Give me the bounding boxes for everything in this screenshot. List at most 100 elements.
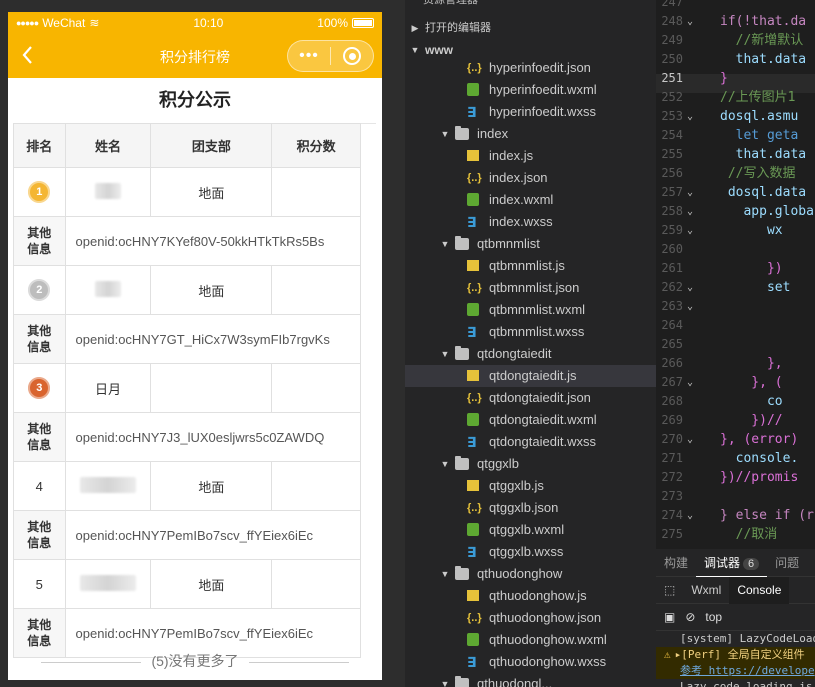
navigation-bar: 积分排行榜 ••• bbox=[8, 34, 382, 78]
debugger-subtab[interactable]: Wxml bbox=[683, 577, 729, 604]
folder-item[interactable]: ▼ qtggxlb bbox=[405, 453, 656, 475]
file-item[interactable]: {..} qthuodonghow.json bbox=[405, 607, 656, 629]
file-item[interactable]: ∃ hyperinfoedit.wxss bbox=[405, 101, 656, 123]
js-file-icon bbox=[467, 480, 479, 491]
line-number: 274 bbox=[661, 508, 683, 522]
fold-chevron-icon[interactable]: ⌄ bbox=[687, 221, 693, 240]
console-message: Lazy code loading is bbox=[656, 679, 815, 687]
file-item[interactable]: ∃ index.wxss bbox=[405, 211, 656, 233]
file-item[interactable]: {..} index.json bbox=[405, 167, 656, 189]
tree-item-label: index.wxml bbox=[489, 192, 554, 207]
open-editors-section[interactable]: ▶ 打开的编辑器 bbox=[405, 17, 656, 39]
folder-item[interactable]: ▼ qthuodongl... bbox=[405, 673, 656, 687]
code-editor[interactable]: 247 248 ⌄ if(!that.da 249 //新增默认 250 that.dat… bbox=[656, 0, 815, 549]
context-select[interactable]: top bbox=[705, 610, 722, 624]
openid-value: openid:ocHNY7J3_lUX0esljwrs5c0ZAWDQ bbox=[64, 412, 362, 462]
file-item[interactable]: qtdongtaiedit.wxml bbox=[405, 409, 656, 431]
debugger-subtab[interactable]: Console bbox=[729, 576, 790, 604]
fold-chevron-icon[interactable]: ⌄ bbox=[687, 297, 693, 316]
line-number: 267 bbox=[661, 375, 683, 389]
tree-item-label: qthuodongl... bbox=[477, 676, 553, 687]
folder-item[interactable]: ▼ qtbmnmlist bbox=[405, 233, 656, 255]
fold-chevron-icon[interactable]: ⌄ bbox=[687, 278, 693, 297]
file-item[interactable]: {..} qtggxlb.json bbox=[405, 497, 656, 519]
panel-divider[interactable] bbox=[390, 0, 405, 687]
line-number: 257 bbox=[661, 185, 683, 199]
fold-chevron-icon[interactable]: ⌄ bbox=[687, 506, 693, 525]
folder-item[interactable]: ▼ qthuodonghow bbox=[405, 563, 656, 585]
fold-chevron-icon[interactable]: ⌄ bbox=[687, 183, 693, 202]
file-item[interactable]: {..} hyperinfoedit.json bbox=[405, 57, 656, 79]
line-number: 261 bbox=[661, 261, 683, 275]
fold-chevron-icon[interactable]: ⌄ bbox=[687, 12, 693, 31]
code-line: 249 //新增默认 bbox=[656, 31, 815, 50]
tree-item-label: qtggxlb.json bbox=[489, 500, 559, 515]
panel-tab[interactable]: 调试器 6 bbox=[696, 549, 768, 577]
file-item[interactable]: index.wxml bbox=[405, 189, 656, 211]
line-number: 266 bbox=[661, 356, 683, 370]
line-number: 272 bbox=[661, 470, 683, 484]
no-more-tip: (5)没有更多了 bbox=[0, 651, 390, 671]
info-row: 其他信息 openid:ocHNY7J3_lUX0esljwrs5c0ZAWDQ bbox=[13, 412, 362, 462]
wifi-icon: ≋ bbox=[89, 16, 100, 30]
console-text[interactable]: 参考 https://develope bbox=[680, 664, 815, 677]
folder-icon bbox=[455, 566, 469, 580]
file-item[interactable]: ∃ qthuodonghow.wxss bbox=[405, 651, 656, 673]
battery-icon bbox=[352, 18, 374, 28]
panel-tab[interactable]: 构建 bbox=[656, 549, 696, 577]
inspect-icon[interactable]: ⬚ bbox=[656, 583, 683, 597]
sidebar-toggle-icon[interactable]: ▣ bbox=[664, 610, 675, 624]
close-miniprogram-button[interactable] bbox=[331, 47, 373, 65]
branch-cell bbox=[150, 363, 273, 413]
file-item[interactable]: qtggxlb.wxml bbox=[405, 519, 656, 541]
clear-console-icon[interactable]: ⊘ bbox=[685, 610, 695, 624]
chevron-down-icon: ▼ bbox=[440, 239, 450, 249]
line-number: 258 bbox=[661, 204, 683, 218]
more-button[interactable]: ••• bbox=[288, 47, 330, 65]
score-cell bbox=[271, 461, 361, 511]
file-item[interactable]: qthuodonghow.wxml bbox=[405, 629, 656, 651]
js-file-icon bbox=[467, 590, 479, 601]
tree-item-label: qtbmnmlist.wxss bbox=[489, 324, 585, 339]
file-item[interactable]: {..} qtdongtaiedit.json bbox=[405, 387, 656, 409]
file-item[interactable]: ∃ qtggxlb.wxss bbox=[405, 541, 656, 563]
folder-item[interactable]: ▼ qtdongtaiedit bbox=[405, 343, 656, 365]
file-item[interactable]: qthuodonghow.js bbox=[405, 585, 656, 607]
code-line: 275 //取消 bbox=[656, 525, 815, 544]
file-item[interactable]: qtggxlb.js bbox=[405, 475, 656, 497]
folder-icon bbox=[455, 676, 469, 687]
file-item[interactable]: index.js bbox=[405, 145, 656, 167]
branch-cell: 地面 bbox=[150, 167, 273, 217]
fold-chevron-icon[interactable]: ⌄ bbox=[687, 107, 693, 126]
file-item[interactable]: ∃ qtdongtaiedit.wxss bbox=[405, 431, 656, 453]
folder-icon bbox=[455, 236, 469, 250]
code-text: dosql.data bbox=[720, 185, 807, 200]
folder-item[interactable]: ▼ index bbox=[405, 123, 656, 145]
file-item[interactable]: {..} qtbmnmlist.json bbox=[405, 277, 656, 299]
file-item[interactable]: ∃ qtbmnmlist.wxss bbox=[405, 321, 656, 343]
console-message: 参考 https://develope bbox=[656, 663, 815, 679]
file-item[interactable]: qtbmnmlist.js bbox=[405, 255, 656, 277]
file-item[interactable]: hyperinfoedit.wxml bbox=[405, 79, 656, 101]
fold-chevron-icon[interactable]: ⌄ bbox=[687, 202, 693, 221]
tree-item-label: qthuodonghow.json bbox=[489, 610, 602, 625]
line-number: 270 bbox=[661, 432, 683, 446]
file-item[interactable]: qtdongtaiedit.js bbox=[405, 365, 656, 387]
code-line: 253 ⌄ dosql.asmu bbox=[656, 107, 815, 126]
line-number: 265 bbox=[661, 337, 683, 351]
rank-medal-icon: 2 bbox=[28, 279, 51, 301]
line-number: 253 bbox=[661, 109, 683, 123]
line-number: 262 bbox=[661, 280, 683, 294]
code-text: })// bbox=[720, 413, 783, 428]
code-text: dosql.asmu bbox=[720, 109, 799, 124]
line-number: 252 bbox=[661, 90, 683, 104]
fold-chevron-icon[interactable]: ⌄ bbox=[687, 430, 693, 449]
fold-chevron-icon[interactable]: ⌄ bbox=[687, 373, 693, 392]
panel-tab[interactable]: 问题 bbox=[767, 549, 807, 577]
js-file-icon bbox=[467, 260, 479, 271]
target-icon bbox=[343, 47, 361, 65]
file-item[interactable]: qtbmnmlist.wxml bbox=[405, 299, 656, 321]
content-heading: 积分公示 bbox=[14, 78, 376, 124]
code-text: co bbox=[720, 394, 783, 409]
status-bar: ●●●●● WeChat ≋ 10:10 100% bbox=[8, 12, 382, 34]
